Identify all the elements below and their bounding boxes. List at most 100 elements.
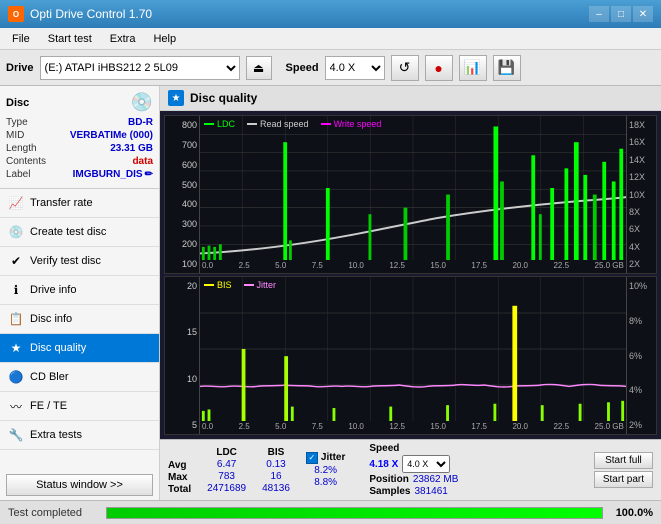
extra-tests-label: Extra tests	[30, 429, 82, 441]
ldc-x-axis: 0.0 2.5 5.0 7.5 10.0 12.5 15.0 17.5 20.0…	[200, 260, 626, 273]
label-edit-icon[interactable]: ✏	[145, 169, 153, 180]
charts-area: 800 700 600 500 400 300 200 100	[160, 111, 661, 439]
contents-value: data	[132, 156, 153, 167]
menu-help[interactable]: Help	[145, 31, 184, 47]
sidebar-item-fe-te[interactable]: 〰 FE / TE	[0, 392, 159, 421]
stats-bis-avg: 0.13	[262, 459, 290, 470]
mid-label: MID	[6, 130, 24, 141]
start-full-button[interactable]: Start full	[594, 452, 653, 469]
stats-bis-col: BIS 0.13 16 48136	[262, 447, 290, 494]
label-label: Label	[6, 169, 30, 180]
disc-panel: Disc 💿 Type BD-R MID VERBATIMe (000) Len…	[0, 86, 159, 189]
ldc-legend-ldc: LDC	[204, 119, 235, 129]
start-part-button[interactable]: Start part	[594, 471, 653, 488]
disc-quality-title: Disc quality	[190, 91, 257, 105]
menu-start-test[interactable]: Start test	[40, 31, 100, 47]
stats-labels-col: Avg Max Total	[168, 446, 191, 495]
eject-button[interactable]: ⏏	[246, 56, 272, 80]
disc-icon: 💿	[131, 92, 153, 113]
window-controls: – □ ✕	[589, 6, 653, 22]
sidebar-item-transfer-rate[interactable]: 📈 Transfer rate	[0, 189, 159, 218]
disc-title: Disc	[6, 97, 29, 109]
write-color-swatch	[321, 123, 331, 125]
position-val: 23862 MB	[413, 474, 459, 485]
mid-value: VERBATIMe (000)	[70, 130, 153, 141]
disc-quality-header-icon: ★	[168, 90, 184, 106]
samples-val: 381461	[415, 486, 448, 497]
stats-bis-header: BIS	[262, 447, 290, 458]
bis-x-axis: 0.0 2.5 5.0 7.5 10.0 12.5 15.0 17.5 20.0…	[200, 421, 626, 434]
progress-status: Test completed	[8, 507, 98, 519]
stats-ldc-max: 783	[207, 471, 246, 482]
bis-chart: 20 15 10 5 BIS	[164, 276, 657, 435]
drive-select[interactable]: (E:) ATAPI iHBS212 2 5L09	[40, 56, 240, 80]
stats-bis-max: 16	[262, 471, 290, 482]
stats-speed-select[interactable]: 4.0 X	[402, 455, 450, 473]
status-window-button[interactable]: Status window >>	[6, 474, 153, 496]
speed-select[interactable]: 4.0 X	[325, 56, 385, 80]
disc-label-row: Label IMGBURN_DIS ✏	[6, 169, 153, 180]
disc-quality-header: ★ Disc quality	[160, 86, 661, 111]
maximize-button[interactable]: □	[611, 6, 631, 22]
ldc-legend-label-ldc: LDC	[217, 119, 235, 129]
stats-total-label: Total	[168, 484, 191, 495]
stats-ldc-avg: 6.47	[207, 459, 246, 470]
stats-speed-header: Speed	[369, 443, 458, 454]
sidebar-item-disc-info[interactable]: 📋 Disc info	[0, 305, 159, 334]
refresh-button[interactable]: ↺	[391, 55, 419, 81]
bis-chart-main: BIS Jitter	[200, 277, 626, 434]
fe-te-icon: 〰	[8, 398, 24, 414]
progress-track	[106, 507, 603, 519]
speed-label: Speed	[286, 62, 319, 74]
close-button[interactable]: ✕	[633, 6, 653, 22]
transfer-rate-icon: 📈	[8, 195, 24, 211]
bis-y-axis-right: 10% 8% 6% 4% 2%	[626, 277, 656, 434]
position-label: Position	[369, 474, 408, 485]
samples-label: Samples	[369, 486, 410, 497]
sidebar-item-drive-info[interactable]: ℹ Drive info	[0, 276, 159, 305]
sidebar: Disc 💿 Type BD-R MID VERBATIMe (000) Len…	[0, 86, 160, 500]
title-section: O Opti Drive Control 1.70	[8, 6, 152, 22]
ldc-y-axis-right: 18X 16X 14X 12X 10X 8X 6X 4X 2X	[626, 116, 656, 273]
type-value: BD-R	[128, 117, 153, 128]
graph-button[interactable]: 📊	[459, 55, 487, 81]
cd-bler-label: CD Bler	[30, 371, 69, 383]
length-label: Length	[6, 143, 37, 154]
bis-legend: BIS Jitter	[204, 280, 276, 290]
sidebar-item-disc-quality[interactable]: ★ Disc quality	[0, 334, 159, 363]
toolbar: Drive (E:) ATAPI iHBS212 2 5L09 ⏏ Speed …	[0, 50, 661, 86]
menu-extra[interactable]: Extra	[102, 31, 144, 47]
disc-contents-row: Contents data	[6, 156, 153, 167]
bis-legend-bis: BIS	[204, 280, 232, 290]
record-button[interactable]: ●	[425, 55, 453, 81]
ldc-chart: 800 700 600 500 400 300 200 100	[164, 115, 657, 274]
sidebar-nav: 📈 Transfer rate 💿 Create test disc ✔ Ver…	[0, 189, 159, 470]
disc-info-label: Disc info	[30, 313, 72, 325]
sidebar-item-verify-test-disc[interactable]: ✔ Verify test disc	[0, 247, 159, 276]
main-layout: Disc 💿 Type BD-R MID VERBATIMe (000) Len…	[0, 86, 661, 500]
sidebar-item-extra-tests[interactable]: 🔧 Extra tests	[0, 421, 159, 450]
bis-y-axis-left: 20 15 10 5	[165, 277, 200, 434]
save-button[interactable]: 💾	[493, 55, 521, 81]
label-text: IMGBURN_DIS	[73, 169, 143, 180]
ldc-svg	[200, 116, 626, 260]
minimize-button[interactable]: –	[589, 6, 609, 22]
ldc-color-swatch	[204, 123, 214, 125]
menu-file[interactable]: File	[4, 31, 38, 47]
progress-fill	[107, 508, 602, 518]
stats-jitter-avg: 8.2%	[306, 465, 345, 476]
stats-speed-val: 4.18 X	[369, 459, 398, 470]
length-value: 23.31 GB	[110, 143, 153, 154]
sidebar-item-create-test-disc[interactable]: 💿 Create test disc	[0, 218, 159, 247]
app-icon: O	[8, 6, 24, 22]
sidebar-item-cd-bler[interactable]: 🔵 CD Bler	[0, 363, 159, 392]
drive-info-icon: ℹ	[8, 282, 24, 298]
bis-legend-label-bis: BIS	[217, 280, 232, 290]
progress-bar-container: Test completed 100.0%	[0, 500, 661, 524]
disc-quality-label: Disc quality	[30, 342, 86, 354]
cd-bler-icon: 🔵	[8, 369, 24, 385]
jitter-checkbox[interactable]: ✓	[306, 452, 318, 464]
contents-label: Contents	[6, 156, 46, 167]
stats-speed-col: Speed 4.18 X 4.0 X Position 23862 MB Sam…	[369, 443, 458, 497]
bis-color-swatch	[204, 284, 214, 286]
